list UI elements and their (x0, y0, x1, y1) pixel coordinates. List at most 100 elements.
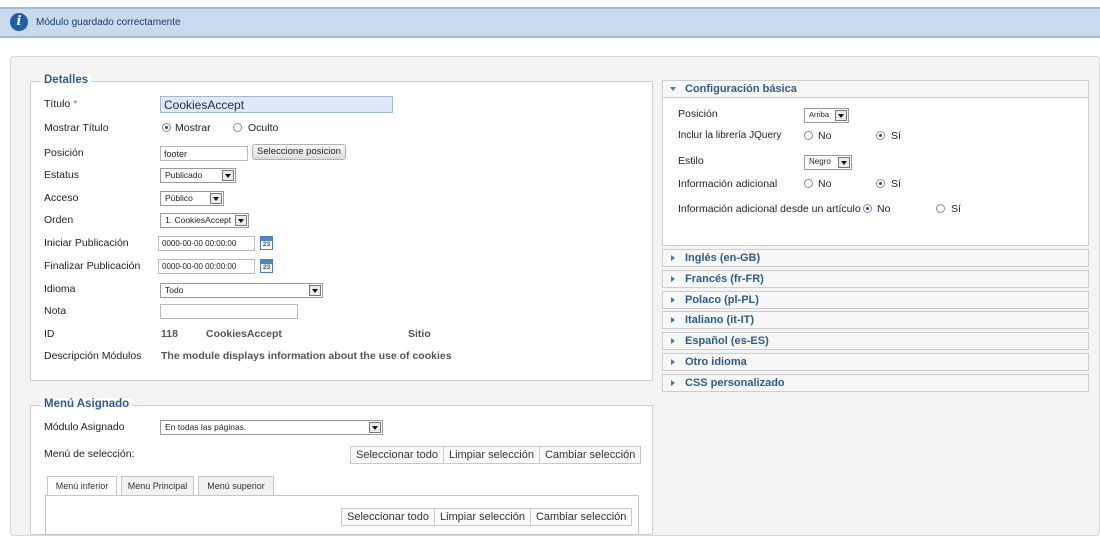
basic-position-select[interactable]: Arriba (804, 108, 849, 123)
basic-position-label: Posición (678, 108, 718, 120)
accordion-label: Inglés (en-GB) (685, 252, 761, 264)
accordion-custom-css[interactable]: CSS personalizado (662, 374, 1089, 392)
accordion-label: Italiano (it-IT) (685, 314, 755, 326)
show-title-radio[interactable] (162, 123, 171, 132)
selection-button-group: Seleccionar todo Limpiar selección Cambi… (350, 446, 642, 464)
caret-down-icon (670, 87, 676, 91)
language-select[interactable]: Todo (160, 283, 323, 298)
show-option-label: Mostrar (175, 122, 211, 134)
additional-info-label: Información adicional (678, 178, 778, 190)
tab-select-all-button[interactable]: Seleccionar todo (342, 509, 435, 525)
id-value: 118 (161, 328, 178, 340)
chevron-down-icon (235, 215, 247, 226)
toggle-selection-button[interactable]: Cambiar selección (540, 447, 640, 463)
chevron-down-icon (838, 157, 850, 168)
caret-right-icon (671, 317, 675, 323)
note-input[interactable] (160, 304, 298, 319)
additional-yes-radio[interactable] (876, 179, 885, 188)
caret-right-icon (671, 297, 675, 303)
article-no-label: No (877, 203, 891, 215)
finish-publish-input[interactable]: 0000-00-00 00:00:00 (158, 259, 255, 274)
description-label: Descripción Módulos (44, 350, 142, 362)
accordion-french[interactable]: Francés (fr-FR) (662, 270, 1089, 288)
order-select[interactable]: 1. CookiesAccept (160, 213, 249, 228)
accordion-label: CSS personalizado (685, 377, 785, 389)
jquery-yes-label: Sí (891, 130, 901, 142)
jquery-no-radio[interactable] (804, 131, 813, 140)
select-position-button[interactable]: Seleccione posicion (252, 144, 346, 160)
accordion-polish[interactable]: Polaco (pl-PL) (662, 291, 1089, 309)
position-input[interactable]: footer (160, 146, 248, 161)
additional-no-label: No (818, 178, 832, 190)
hide-title-radio[interactable] (233, 123, 242, 132)
article-yes-label: Sí (951, 203, 961, 215)
title-label: Título * (44, 98, 78, 110)
caret-right-icon (671, 338, 675, 344)
caret-right-icon (671, 276, 675, 282)
accordion-label: Polaco (pl-PL) (685, 294, 759, 306)
message-text: Módulo guardado correctamente (36, 17, 181, 28)
basic-config-panel (662, 80, 1089, 246)
additional-no-radio[interactable] (804, 179, 813, 188)
details-legend: Detalles (41, 74, 92, 86)
show-title-label: Mostrar Título (44, 122, 109, 134)
message-bar: i Módulo guardado correctamente (0, 7, 1100, 38)
tab-clear-selection-button[interactable]: Limpiar selección (435, 509, 531, 525)
basic-config-title: Configuración básica (685, 83, 797, 95)
tab-toggle-selection-button[interactable]: Cambiar selección (531, 509, 631, 525)
jquery-label: Inclur la librería JQuery (678, 130, 782, 141)
start-publish-label: Iniciar Publicación (44, 237, 129, 249)
article-info-label: Información adicional desde un artículo (678, 203, 861, 215)
position-label: Posición (44, 147, 84, 159)
tab-selection-button-group: Seleccionar todo Limpiar selección Cambi… (341, 508, 633, 526)
start-publish-input[interactable]: 0000-00-00 00:00:00 (158, 236, 255, 251)
clear-selection-button[interactable]: Limpiar selección (444, 447, 540, 463)
hide-option-label: Oculto (248, 122, 279, 134)
access-select[interactable]: Público (160, 191, 224, 206)
status-label: Estatus (44, 169, 80, 181)
details-fieldset: Detalles (30, 74, 653, 381)
site-label: Sitio (408, 328, 431, 340)
chevron-down-icon (835, 110, 847, 121)
info-icon: i (10, 13, 28, 31)
article-yes-radio[interactable] (936, 204, 945, 213)
finish-publish-label: Finalizar Publicación (44, 260, 141, 272)
calendar-icon[interactable]: 23 (260, 259, 273, 273)
caret-right-icon (671, 380, 675, 386)
style-label: Estilo (678, 155, 704, 167)
caret-right-icon (671, 359, 675, 365)
accordion-other-language[interactable]: Otro idioma (662, 353, 1089, 371)
accordion-label: Español (es-ES) (685, 335, 769, 347)
accordion-italian[interactable]: Italiano (it-IT) (662, 311, 1089, 329)
accordion-label: Otro idioma (685, 356, 747, 368)
additional-yes-label: Sí (891, 178, 901, 190)
jquery-yes-radio[interactable] (876, 131, 885, 140)
status-select[interactable]: Publicado (160, 168, 236, 183)
id-label: ID (44, 328, 55, 340)
accordion-english[interactable]: Inglés (en-GB) (662, 249, 1089, 267)
chevron-down-icon (309, 285, 321, 296)
tab-menu-principal[interactable]: Menu Principal (121, 476, 194, 496)
assigned-module-select[interactable]: En todas las páginas. (160, 420, 383, 435)
chevron-down-icon (369, 422, 381, 433)
chevron-down-icon (222, 170, 234, 181)
jquery-no-label: No (818, 130, 832, 142)
description-value: The module displays information about th… (161, 350, 452, 362)
chevron-down-icon (210, 193, 222, 204)
language-label: Idioma (44, 283, 76, 295)
tab-menu-inferior[interactable]: Menú inferior (47, 476, 117, 497)
article-no-radio[interactable] (863, 204, 872, 213)
module-name: CookiesAccept (206, 328, 282, 340)
basic-config-header[interactable]: Configuración básica (662, 80, 1089, 98)
order-label: Orden (44, 214, 74, 226)
accordion-spanish[interactable]: Español (es-ES) (662, 332, 1089, 350)
menu-selection-label: Menú de selección: (44, 448, 135, 460)
select-all-button[interactable]: Seleccionar todo (351, 447, 444, 463)
calendar-icon[interactable]: 23 (260, 236, 273, 250)
tab-menu-superior[interactable]: Menú superior (198, 476, 274, 496)
style-select[interactable]: Negro (804, 155, 852, 170)
access-label: Acceso (44, 192, 79, 204)
title-input[interactable]: CookiesAccept (160, 96, 393, 113)
caret-right-icon (671, 255, 675, 261)
menu-legend: Menú Asignado (41, 398, 133, 410)
